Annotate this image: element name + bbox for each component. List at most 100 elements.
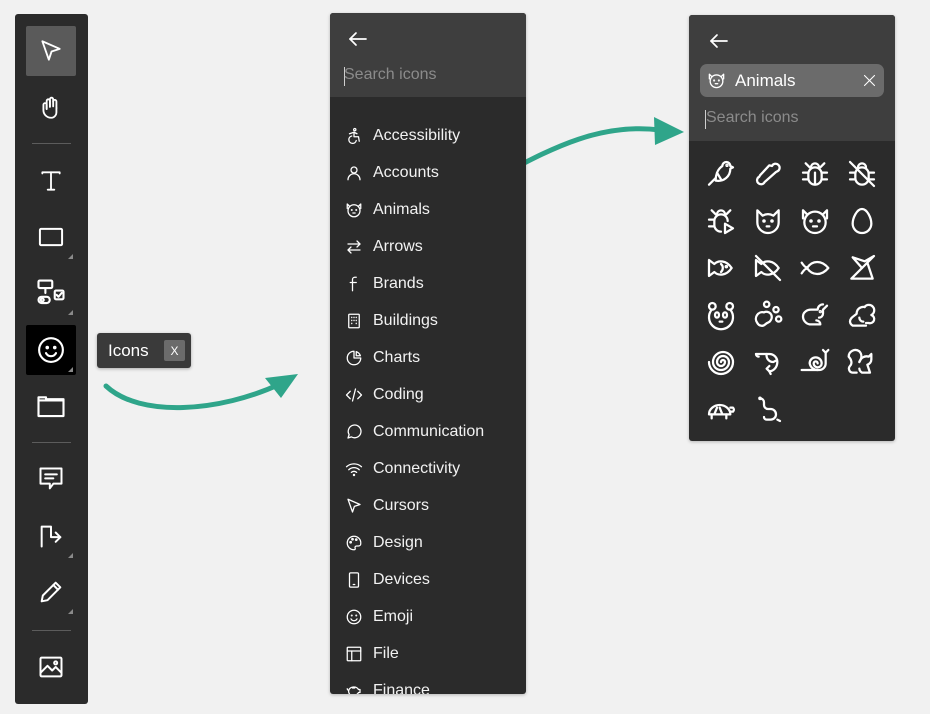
panda-icon-item[interactable] bbox=[703, 297, 739, 333]
animals-icon-panel: Animals bbox=[689, 15, 895, 441]
bug-play-icon-item[interactable] bbox=[703, 203, 739, 239]
dog-icon bbox=[801, 209, 829, 235]
palette-icon bbox=[346, 535, 362, 551]
icon-category-panel: Accessibility Accounts Animals Arrows bbox=[330, 13, 526, 694]
category-label: Accessibility bbox=[373, 127, 461, 144]
category-label: Charts bbox=[373, 349, 421, 366]
arrow-left-icon bbox=[710, 34, 728, 48]
category-item-accounts[interactable]: Accounts bbox=[330, 156, 526, 190]
arrow-head bbox=[654, 117, 684, 145]
category-filter-chip: Animals bbox=[700, 64, 884, 97]
user-icon bbox=[347, 166, 361, 181]
panda-icon bbox=[707, 301, 735, 331]
bone-icon-item[interactable] bbox=[750, 156, 786, 192]
category-label: Finance bbox=[373, 682, 430, 694]
bug-icon bbox=[801, 162, 829, 186]
bug-off-icon-item[interactable] bbox=[844, 156, 880, 192]
chat-bubble-icon bbox=[347, 424, 362, 439]
snail-icon bbox=[800, 348, 830, 372]
category-label: Coding bbox=[373, 386, 424, 403]
bird-icon-item[interactable] bbox=[703, 156, 739, 192]
shrimp-icon bbox=[754, 352, 779, 376]
category-label: Cursors bbox=[373, 497, 430, 514]
bug-icon-item[interactable] bbox=[797, 156, 833, 192]
fish-off-icon bbox=[754, 254, 782, 282]
cat-icon bbox=[756, 209, 780, 235]
squirrel-icon-item[interactable] bbox=[844, 297, 880, 333]
category-label: Devices bbox=[373, 571, 430, 588]
search-input[interactable] bbox=[706, 109, 881, 127]
shrimp-icon-item[interactable] bbox=[750, 344, 786, 380]
origami-icon-item[interactable] bbox=[844, 250, 880, 286]
cursor-icon bbox=[347, 498, 361, 513]
category-item-file[interactable]: File bbox=[330, 637, 526, 671]
category-item-design[interactable]: Design bbox=[330, 526, 526, 560]
category-item-coding[interactable]: Coding bbox=[330, 378, 526, 412]
dog-icon-item[interactable] bbox=[797, 203, 833, 239]
category-item-brands[interactable]: Brands bbox=[330, 267, 526, 301]
category-label: File bbox=[373, 645, 399, 662]
snail-icon-item[interactable] bbox=[797, 344, 833, 380]
code-icon bbox=[345, 388, 363, 402]
animals-panel-header: Animals bbox=[689, 15, 895, 141]
squirrel-alt-icon bbox=[847, 348, 873, 374]
fish-icon bbox=[707, 258, 733, 278]
file-layout-icon bbox=[346, 646, 362, 662]
fish-simple-icon bbox=[800, 260, 830, 276]
category-label: Accounts bbox=[373, 164, 439, 181]
back-button[interactable] bbox=[346, 27, 370, 51]
rabbit-icon-item[interactable] bbox=[797, 297, 833, 333]
category-item-connectivity[interactable]: Connectivity bbox=[330, 452, 526, 486]
worm-icon-item[interactable] bbox=[750, 391, 786, 427]
search-input[interactable] bbox=[344, 66, 509, 84]
category-item-accessibility[interactable]: Accessibility bbox=[330, 119, 526, 153]
bone-icon bbox=[755, 162, 781, 186]
fish-icon-item[interactable] bbox=[703, 250, 739, 286]
rabbit-icon bbox=[801, 303, 829, 326]
paw-print-icon-item[interactable] bbox=[750, 297, 786, 333]
category-item-buildings[interactable]: Buildings bbox=[330, 304, 526, 338]
fish-simple-icon-item[interactable] bbox=[797, 250, 833, 286]
paw-print-icon bbox=[754, 300, 783, 327]
cat-icon-item[interactable] bbox=[750, 203, 786, 239]
squirrel-alt-icon-item[interactable] bbox=[844, 344, 880, 380]
chip-label: Animals bbox=[735, 71, 796, 90]
turtle-icon-item[interactable] bbox=[703, 391, 739, 427]
arrow-to-category-panel bbox=[103, 381, 283, 410]
building-icon bbox=[348, 313, 360, 329]
dog-face-icon bbox=[708, 73, 725, 89]
egg-icon bbox=[851, 207, 873, 235]
bird-icon bbox=[707, 160, 735, 186]
category-label: Communication bbox=[373, 423, 485, 440]
wifi-icon bbox=[345, 463, 363, 477]
close-icon[interactable] bbox=[862, 73, 877, 88]
category-panel-header bbox=[330, 13, 526, 97]
category-item-arrows[interactable]: Arrows bbox=[330, 230, 526, 264]
shell-icon-item[interactable] bbox=[703, 344, 739, 380]
category-label: Emoji bbox=[373, 608, 414, 625]
category-label: Animals bbox=[373, 201, 430, 218]
category-item-communication[interactable]: Communication bbox=[330, 415, 526, 449]
category-label: Buildings bbox=[373, 312, 438, 329]
phone-device-icon bbox=[348, 572, 360, 588]
egg-icon-item[interactable] bbox=[844, 203, 880, 239]
category-item-devices[interactable]: Devices bbox=[330, 563, 526, 597]
category-label: Brands bbox=[373, 275, 424, 292]
category-label: Design bbox=[373, 534, 423, 551]
dog-face-icon bbox=[346, 203, 362, 218]
category-item-emoji[interactable]: Emoji bbox=[330, 600, 526, 634]
back-button[interactable] bbox=[707, 29, 731, 53]
category-label: Connectivity bbox=[373, 460, 461, 477]
category-label: Arrows bbox=[373, 238, 423, 255]
category-item-charts[interactable]: Charts bbox=[330, 341, 526, 375]
category-item-cursors[interactable]: Cursors bbox=[330, 489, 526, 523]
fish-off-icon-item[interactable] bbox=[750, 250, 786, 286]
accessibility-icon bbox=[348, 127, 360, 145]
squirrel-icon bbox=[848, 303, 876, 327]
bug-play-icon bbox=[707, 209, 735, 235]
piggy-bank-icon bbox=[346, 686, 361, 694]
category-item-finance[interactable]: Finance bbox=[330, 674, 526, 694]
category-item-animals[interactable]: Animals bbox=[330, 193, 526, 227]
arrow-left-icon bbox=[349, 32, 367, 46]
shell-icon bbox=[707, 350, 735, 376]
